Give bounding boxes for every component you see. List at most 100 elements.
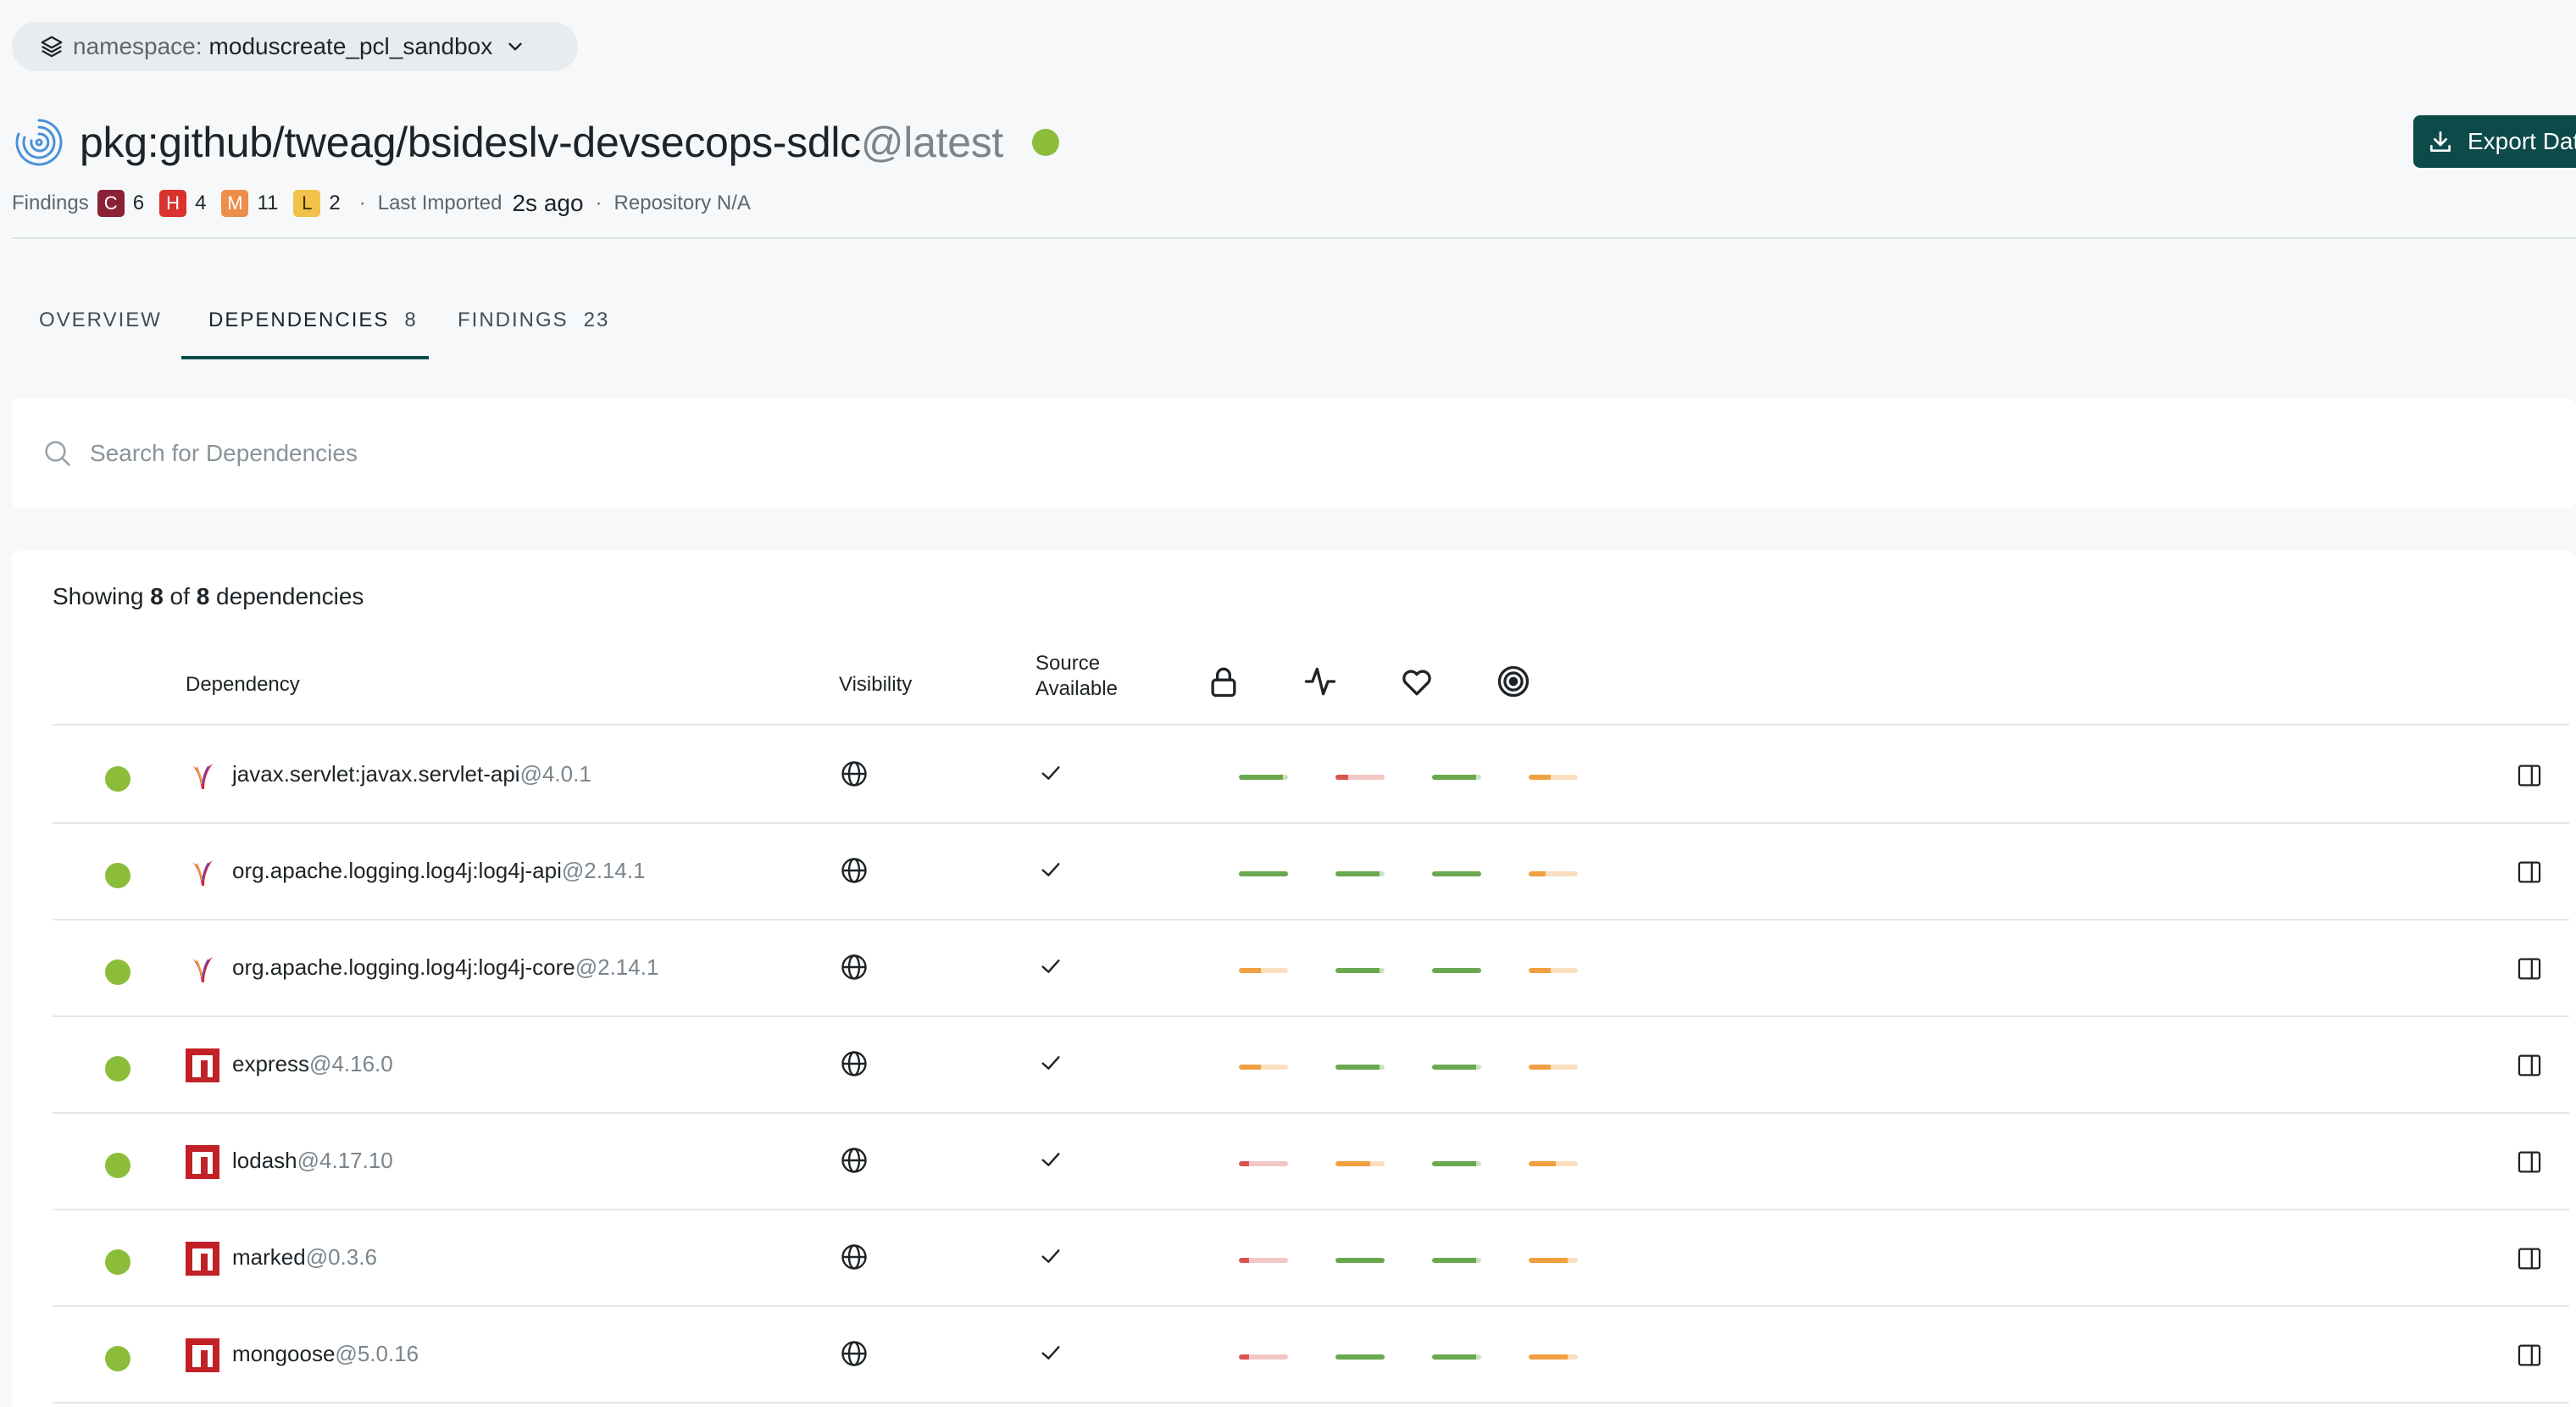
showing-suffix: dependencies bbox=[216, 583, 364, 609]
dependency-name: org.apache.logging.log4j:log4j-api bbox=[232, 858, 562, 883]
dependency-status-dot bbox=[105, 959, 130, 985]
dependency-name-link[interactable]: org.apache.logging.log4j:log4j-api@2.14.… bbox=[232, 858, 646, 884]
score-bar bbox=[1335, 1065, 1385, 1070]
score-bar-fill bbox=[1335, 775, 1348, 780]
side-panel-icon[interactable] bbox=[2515, 1244, 2544, 1273]
table-row[interactable]: javax.servlet:javax.servlet-api@4.0.1 bbox=[53, 727, 2569, 824]
score-bar-fill bbox=[1432, 968, 1481, 973]
severity-critical-count: 6 bbox=[132, 192, 145, 214]
dependency-name-link[interactable]: javax.servlet:javax.servlet-api@4.0.1 bbox=[232, 761, 591, 787]
dependency-name-link[interactable]: lodash@4.17.10 bbox=[232, 1148, 393, 1174]
severity-low-count: 2 bbox=[329, 192, 341, 214]
dependency-status-dot bbox=[105, 1153, 130, 1178]
npm-icon bbox=[186, 1048, 219, 1082]
score-bar bbox=[1239, 1258, 1288, 1263]
score-bar-fill bbox=[1529, 1065, 1552, 1070]
score-bar-fill bbox=[1432, 775, 1477, 780]
side-panel-icon[interactable] bbox=[2515, 858, 2544, 887]
globe-icon bbox=[841, 761, 867, 787]
tab-bar: OVERVIEW DEPENDENCIES 8 FINDINGS 23 bbox=[12, 288, 632, 359]
check-icon bbox=[1041, 766, 1060, 780]
lock-icon[interactable] bbox=[1205, 663, 1242, 700]
side-panel-icon[interactable] bbox=[2515, 954, 2544, 983]
maven-icon bbox=[192, 957, 213, 982]
tab-findings-count: 23 bbox=[583, 309, 610, 331]
dependency-version: @4.17.10 bbox=[297, 1148, 393, 1173]
search-icon bbox=[45, 441, 70, 466]
dependency-name-link[interactable]: marked@0.3.6 bbox=[232, 1244, 377, 1271]
search-input[interactable] bbox=[90, 440, 2462, 467]
severity-medium-count: 11 bbox=[257, 192, 279, 214]
namespace-selector[interactable]: namespace: moduscreate_pcl_sandbox bbox=[12, 22, 578, 71]
score-bar bbox=[1239, 1354, 1288, 1360]
showing-prefix: Showing bbox=[53, 583, 144, 609]
score-bar bbox=[1432, 775, 1481, 780]
table-row[interactable]: marked@0.3.6 bbox=[53, 1210, 2569, 1307]
score-bar bbox=[1335, 968, 1385, 973]
severity-medium-badge: M bbox=[221, 190, 249, 217]
showing-total: 8 bbox=[196, 583, 210, 609]
column-header-dependency[interactable]: Dependency bbox=[186, 673, 300, 697]
column-header-source-available[interactable]: Source Available bbox=[1035, 651, 1154, 702]
score-bar bbox=[1239, 775, 1288, 780]
table-row[interactable]: mongoose@5.0.16 bbox=[53, 1307, 2569, 1404]
score-bar-fill bbox=[1335, 1161, 1370, 1166]
severity-low-badge: L bbox=[293, 190, 321, 217]
score-bar bbox=[1239, 968, 1288, 973]
package-status-dot bbox=[1032, 129, 1060, 156]
score-bar bbox=[1432, 1354, 1481, 1360]
globe-icon bbox=[841, 954, 867, 980]
score-bar-fill bbox=[1335, 1065, 1380, 1070]
meta-separator: · bbox=[358, 192, 366, 214]
score-bar bbox=[1529, 1065, 1578, 1070]
export-data-button[interactable]: Export Data bbox=[2413, 115, 2576, 168]
maven-icon bbox=[192, 764, 213, 789]
side-panel-icon[interactable] bbox=[2515, 1051, 2544, 1080]
export-label: Export Data bbox=[2468, 128, 2576, 154]
table-row[interactable]: lodash@4.17.10 bbox=[53, 1114, 2569, 1210]
score-bar bbox=[1335, 1354, 1385, 1360]
table-row[interactable]: org.apache.logging.log4j:log4j-api@2.14.… bbox=[53, 824, 2569, 920]
activity-icon[interactable] bbox=[1302, 663, 1339, 700]
column-header-visibility[interactable]: Visibility bbox=[839, 673, 912, 697]
score-bar-fill bbox=[1432, 1258, 1477, 1263]
npm-icon bbox=[186, 1338, 219, 1372]
dependency-name: org.apache.logging.log4j:log4j-core bbox=[232, 954, 575, 980]
side-panel-icon[interactable] bbox=[2515, 1148, 2544, 1176]
npm-icon bbox=[186, 1242, 219, 1276]
dependency-version: @5.0.16 bbox=[335, 1341, 419, 1366]
package-version: @latest bbox=[860, 119, 1004, 166]
score-bar-fill bbox=[1335, 871, 1380, 876]
table-row[interactable]: express@4.16.0 bbox=[53, 1017, 2569, 1114]
score-bar-fill bbox=[1529, 1354, 1568, 1360]
dependency-name-link[interactable]: mongoose@5.0.16 bbox=[232, 1341, 419, 1367]
score-bar-fill bbox=[1432, 871, 1481, 876]
source-header-line1: Source bbox=[1035, 652, 1101, 675]
severity-high-badge: H bbox=[159, 190, 187, 217]
tab-findings[interactable]: FINDINGS 23 bbox=[429, 288, 632, 359]
package-spiral-icon bbox=[15, 119, 63, 166]
dependency-name: mongoose bbox=[232, 1341, 336, 1366]
dependency-name-link[interactable]: org.apache.logging.log4j:log4j-core@2.14… bbox=[232, 954, 658, 981]
score-bar bbox=[1239, 1161, 1288, 1166]
score-bar bbox=[1335, 775, 1385, 780]
score-bar-fill bbox=[1239, 1065, 1262, 1070]
table-row[interactable]: org.apache.logging.log4j:log4j-core@2.14… bbox=[53, 920, 2569, 1017]
score-bar-fill bbox=[1239, 871, 1288, 876]
heart-icon[interactable] bbox=[1398, 663, 1435, 700]
last-imported-label: Last Imported bbox=[377, 192, 502, 214]
dependency-name: marked bbox=[232, 1244, 306, 1270]
search-bar bbox=[12, 398, 2576, 509]
npm-icon bbox=[186, 1145, 219, 1179]
package-name: pkg:github/tweag/bsideslv-devsecops-sdlc bbox=[80, 119, 861, 166]
target-icon[interactable] bbox=[1495, 663, 1532, 700]
severity-high-count: 4 bbox=[195, 192, 207, 214]
side-panel-icon[interactable] bbox=[2515, 1341, 2544, 1370]
tab-dependencies[interactable]: DEPENDENCIES 8 bbox=[181, 288, 429, 359]
score-bar bbox=[1239, 1065, 1288, 1070]
dependency-name-link[interactable]: express@4.16.0 bbox=[232, 1051, 393, 1077]
side-panel-icon[interactable] bbox=[2515, 761, 2544, 790]
download-icon bbox=[2430, 131, 2451, 152]
tab-overview[interactable]: OVERVIEW bbox=[12, 288, 181, 359]
score-bar-fill bbox=[1529, 968, 1552, 973]
